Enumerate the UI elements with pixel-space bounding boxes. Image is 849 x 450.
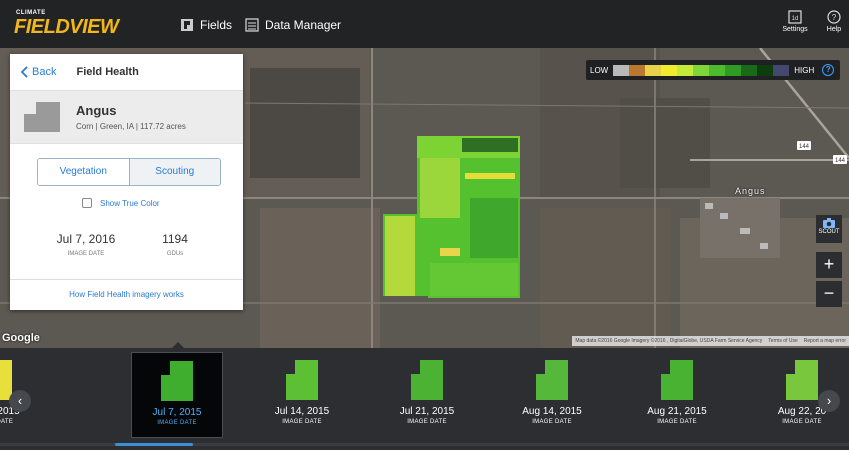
field-thumbnail-icon	[161, 361, 193, 401]
true-color-checkbox[interactable]	[82, 198, 92, 208]
help-label: Help	[826, 26, 842, 33]
help-button[interactable]: ? Help	[814, 10, 849, 40]
timeline-date: Jul 7, 2015	[152, 407, 202, 418]
timeline-card[interactable]: Jul 14, 2015 IMAGE DATE	[256, 352, 348, 438]
legend-help-icon[interactable]: ?	[822, 64, 835, 76]
timeline-date-label: IMAGE DATE	[782, 419, 822, 425]
timeline-date: Jul 14, 2015	[274, 406, 330, 417]
svg-text:1d: 1d	[792, 16, 799, 22]
true-color-toggle[interactable]: Show True Color	[82, 198, 160, 208]
timeline-date-label: IMAGE DATE	[657, 419, 697, 425]
settings-icon: 1d	[788, 10, 802, 24]
field-thumbnail-icon	[786, 360, 818, 400]
nav-data-manager[interactable]: Data Manager	[245, 15, 341, 35]
settings-label: Settings	[782, 26, 808, 33]
field-shape-icon	[24, 102, 60, 132]
legend-swatch	[661, 64, 678, 76]
field-thumbnail-icon	[536, 360, 568, 400]
legend-swatch	[757, 64, 774, 76]
nav-fields-label: Fields	[200, 18, 233, 32]
legend-low-label: LOW	[590, 65, 609, 75]
town-label: Angus	[735, 186, 766, 196]
timeline-date-label: IMAGE DATE	[282, 419, 322, 425]
logo-text: FIELDVIEW	[14, 16, 119, 38]
map-data-credit: Map data ©2016 Google Imagery ©2016 , Di…	[575, 338, 763, 344]
image-timeline: n 21, 2015IAGE DATEJul 7, 2015IMAGE DATE…	[0, 342, 849, 450]
google-logo: Google	[2, 332, 40, 344]
image-date-value: Jul 7, 2016	[56, 232, 116, 246]
back-label: Back	[32, 66, 57, 78]
imagery-help-link[interactable]: How Field Health imagery works	[10, 279, 243, 310]
scout-button[interactable]: SCOUT	[816, 215, 842, 243]
fields-icon	[181, 19, 193, 31]
timeline-date: Jul 21, 2015	[399, 406, 455, 417]
timeline-card[interactable]: Aug 21, 2015 IMAGE DATE	[631, 352, 723, 438]
field-summary[interactable]: Angus Corn | Green, IA | 117.72 acres	[10, 90, 243, 144]
timeline-scroll-thumb[interactable]	[115, 443, 193, 446]
legend-swatch	[709, 64, 726, 76]
timeline-caret	[171, 342, 185, 349]
timeline-card[interactable]: Jul 7, 2015 IMAGE DATE	[131, 352, 223, 438]
field-info: Angus Corn | Green, IA | 117.72 acres	[76, 103, 186, 131]
image-date-label: IMAGE DATE	[67, 251, 105, 257]
fieldview-logo[interactable]: CLIMATE FIELDVIEW	[14, 10, 119, 38]
app-root: CLIMATE FIELDVIEW Fields Data Manager 1d…	[0, 0, 849, 450]
legend-swatch	[629, 64, 646, 76]
timeline-date-label: IAGE DATE	[0, 419, 14, 425]
field-thumbnail-icon	[286, 360, 318, 400]
top-bar: CLIMATE FIELDVIEW Fields Data Manager 1d…	[0, 0, 849, 48]
svg-text:?: ?	[832, 13, 837, 22]
nav-data-manager-label: Data Manager	[265, 18, 342, 32]
report-error-link[interactable]: Report a map error	[801, 336, 849, 346]
camera-icon	[823, 218, 835, 228]
timeline-prev-button[interactable]: ‹	[9, 390, 31, 412]
tab-scouting[interactable]: Scouting	[128, 159, 220, 185]
data-manager-icon	[245, 18, 259, 32]
legend-swatch	[741, 64, 758, 76]
zoom-in-button[interactable]: +	[816, 252, 842, 278]
help-icon: ?	[827, 10, 841, 24]
health-legend: LOW HIGH ?	[586, 60, 840, 80]
gdu-value: 1194	[162, 232, 188, 246]
gdu-label: GDUs	[166, 251, 184, 257]
map-attribution: Map data ©2016 Google Imagery ©2016 , Di…	[572, 336, 849, 346]
timeline-card[interactable]: Jul 21, 2015 IMAGE DATE	[381, 352, 473, 438]
timeline-date-label: IMAGE DATE	[157, 420, 197, 426]
timeline-date: Aug 14, 2015	[522, 406, 582, 417]
legend-swatch	[725, 64, 742, 76]
settings-button[interactable]: 1d Settings	[775, 10, 815, 40]
field-meta: Corn | Green, IA | 117.72 acres	[76, 122, 186, 131]
field-thumbnail-icon	[661, 360, 693, 400]
legend-swatch	[693, 64, 710, 76]
zoom-out-button[interactable]: −	[816, 281, 842, 307]
timeline-date-label: IMAGE DATE	[407, 419, 447, 425]
scout-label: SCOUT	[818, 229, 840, 235]
svg-text:144: 144	[799, 144, 810, 150]
legend-swatches	[613, 64, 790, 76]
image-date-stat: Jul 7, 2016 IMAGE DATE	[42, 232, 130, 257]
nav-fields[interactable]: Fields	[180, 15, 232, 35]
timeline-date: Aug 21, 2015	[647, 406, 707, 417]
tab-vegetation[interactable]: Vegetation	[38, 159, 129, 185]
legend-swatch	[645, 64, 662, 76]
chevron-left-icon	[20, 66, 28, 78]
legend-swatch	[773, 64, 790, 76]
field-thumbnail-icon	[411, 360, 443, 400]
legend-swatch	[677, 64, 694, 76]
back-button[interactable]: Back	[20, 66, 56, 78]
svg-text:144: 144	[835, 158, 846, 164]
field-name: Angus	[76, 103, 117, 118]
terms-link[interactable]: Terms of Use	[765, 336, 800, 346]
field-health-panel: Back Field Health Angus Corn | Green, IA…	[10, 54, 243, 310]
panel-title: Field Health	[76, 66, 139, 78]
timeline-date-label: IMAGE DATE	[532, 419, 572, 425]
view-toggle: Vegetation Scouting	[37, 158, 221, 186]
panel-header: Back Field Health	[10, 54, 243, 90]
legend-high-label: HIGH	[794, 65, 815, 75]
true-color-label: Show True Color	[100, 198, 160, 208]
gdu-stat: 1194 GDUs	[150, 232, 200, 257]
timeline-card[interactable]: Aug 14, 2015 IMAGE DATE	[506, 352, 598, 438]
timeline-next-button[interactable]: ›	[818, 390, 840, 412]
legend-swatch	[613, 64, 630, 76]
